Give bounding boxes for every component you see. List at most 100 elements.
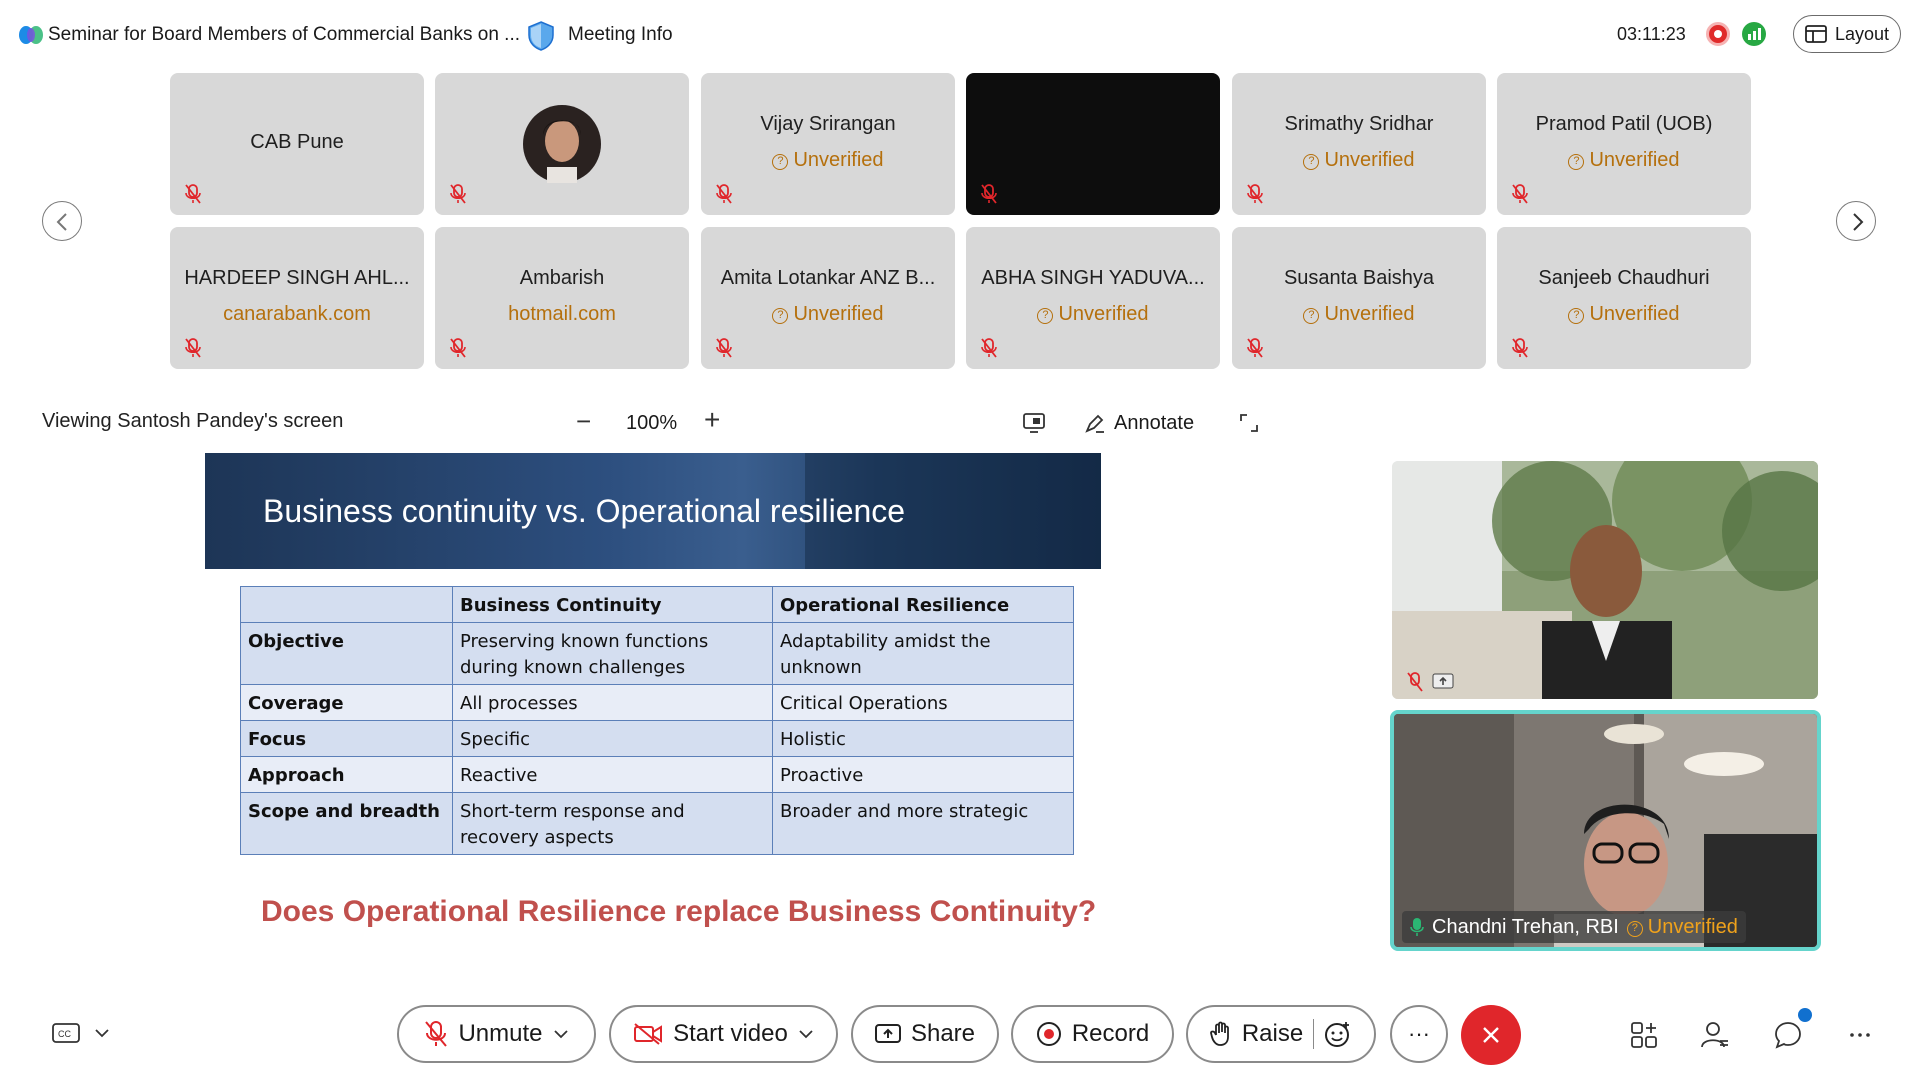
presenter-status	[1406, 671, 1454, 693]
participant-name: Susanta Baishya	[1283, 267, 1435, 289]
question-icon: ?	[1568, 308, 1585, 324]
video-off-icon	[634, 1023, 663, 1045]
record-label: Record	[1071, 1020, 1150, 1047]
raise-label: Raise	[1241, 1020, 1304, 1047]
participant-tile[interactable]: Amita Lotankar ANZ B...? Unverified	[701, 227, 955, 369]
muted-mic-icon	[1247, 184, 1263, 204]
row-label: Objective	[240, 622, 453, 685]
speaker-name-tag: Chandni Trehan, RBI ? Unverified	[1402, 911, 1746, 943]
expand-icon[interactable]	[1238, 412, 1260, 434]
share-button[interactable]: Share	[851, 1005, 999, 1063]
participant-tile[interactable]: Srimathy Sridhar ? Unverified	[1232, 73, 1486, 215]
reactions-icon[interactable]	[1324, 1020, 1352, 1048]
more-options-button[interactable]: ···	[1390, 1005, 1448, 1063]
muted-mic-icon	[450, 184, 466, 204]
layout-button[interactable]: Layout	[1793, 15, 1901, 53]
participant-tile[interactable]: HARDEEP SINGH AHL... canarabank.com	[170, 227, 424, 369]
participant-status: ? Unverified	[701, 303, 955, 326]
share-screen-icon	[874, 1024, 901, 1043]
table-row: Coverage All processes Critical Operatio…	[240, 684, 1074, 721]
muted-mic-icon	[185, 184, 201, 204]
speaker-name: Chandni Trehan, RBI	[1432, 915, 1619, 938]
chat-icon[interactable]	[1773, 1020, 1803, 1050]
participant-tile[interactable]: Sanjeeb Chaudhuri? Unverified	[1497, 227, 1751, 369]
table-row: Approach Reactive Proactive	[240, 756, 1074, 793]
participant-name: CAB Pune	[250, 131, 344, 153]
prev-page-button[interactable]	[42, 201, 82, 241]
start-video-button[interactable]: Start video	[609, 1005, 838, 1063]
shared-slide: Business continuity vs. Operational resi…	[205, 453, 1101, 953]
chevron-left-icon	[56, 213, 67, 231]
record-icon	[1036, 1022, 1061, 1046]
participant-name: Srimathy Sridhar	[1284, 113, 1434, 135]
table-header-row: Business Continuity Operational Resilien…	[240, 586, 1074, 623]
question-icon: ?	[1303, 308, 1320, 324]
participant-tile[interactable]	[966, 73, 1220, 215]
chevron-right-icon	[1853, 213, 1864, 231]
participants-icon[interactable]	[1700, 1020, 1730, 1050]
participant-name: Ambarish	[519, 267, 605, 289]
question-icon: ?	[772, 154, 789, 170]
captions-control[interactable]: CC	[52, 1022, 110, 1044]
apps-icon[interactable]	[1629, 1020, 1659, 1050]
table-cell: Specific	[452, 720, 773, 757]
mic-icon	[1410, 918, 1424, 936]
muted-mic-icon	[450, 338, 466, 358]
table-cell: Adaptability amidst the unknown	[772, 622, 1074, 685]
chat-notification-badge	[1798, 1008, 1812, 1022]
participant-status: ? Unverified	[966, 303, 1220, 326]
participant-status-label: Unverified	[793, 149, 884, 171]
video-tile-presenter[interactable]	[1392, 461, 1818, 699]
muted-mic-icon	[716, 338, 732, 358]
table-cell: Proactive	[772, 756, 1074, 793]
participant-name: Pramod Patil (UOB)	[1535, 113, 1713, 135]
table-header-cell: Operational Resilience	[772, 586, 1074, 623]
start-video-label: Start video	[673, 1020, 788, 1047]
shield-icon[interactable]	[526, 20, 556, 52]
chevron-down-icon[interactable]	[798, 1029, 814, 1039]
layout-label: Layout	[1834, 23, 1890, 44]
table-cell: Short-term response and recovery aspects	[452, 792, 773, 855]
network-health-icon[interactable]	[1742, 22, 1766, 46]
table-cell: Preserving known functions during known …	[452, 622, 773, 685]
table-cell: Critical Operations	[772, 684, 1074, 721]
next-page-button[interactable]	[1836, 201, 1876, 241]
participant-status: ? Unverified	[1232, 149, 1486, 172]
raise-hand-button[interactable]: Raise	[1186, 1005, 1376, 1063]
zoom-out-button[interactable]: −	[576, 406, 591, 437]
chevron-down-icon	[95, 1029, 109, 1038]
participant-tile[interactable]: Pramod Patil (UOB)? Unverified	[1497, 73, 1751, 215]
zoom-in-button[interactable]: +	[704, 404, 720, 436]
muted-mic-icon	[185, 338, 201, 358]
annotate-button[interactable]: Annotate	[1084, 412, 1194, 435]
unmute-button[interactable]: Unmute	[397, 1005, 596, 1063]
participant-status-label: Unverified	[1324, 149, 1415, 171]
speaker-status-label: Unverified	[1647, 915, 1738, 938]
participant-name: ABHA SINGH YADUVA...	[981, 267, 1205, 289]
participant-tile[interactable]: Susanta Baishya? Unverified	[1232, 227, 1486, 369]
meeting-title[interactable]: Seminar for Board Members of Commercial …	[48, 24, 520, 46]
screen-options-icon[interactable]	[1022, 412, 1046, 434]
leave-meeting-button[interactable]	[1461, 1005, 1521, 1065]
zoom-level: 100%	[626, 412, 678, 434]
participant-tile[interactable]	[435, 73, 689, 215]
participant-status: hotmail.com	[435, 303, 689, 326]
participant-tile[interactable]: Vijay Srirangan? Unverified	[701, 73, 955, 215]
raise-hand-icon	[1209, 1021, 1229, 1046]
question-icon: ?	[1626, 920, 1643, 937]
more-icon[interactable]	[1845, 1020, 1875, 1050]
muted-mic-icon	[981, 338, 997, 358]
chevron-down-icon[interactable]	[553, 1029, 569, 1039]
record-button[interactable]: Record	[1011, 1005, 1174, 1063]
participant-tile[interactable]: CAB Pune	[170, 73, 424, 215]
table-cell: Reactive	[452, 756, 773, 793]
recording-indicator-icon[interactable]	[1706, 22, 1730, 46]
pen-icon	[1085, 414, 1104, 433]
participant-tile[interactable]: ABHA SINGH YADUVA... ? Unverified	[966, 227, 1220, 369]
video-tile-active-speaker[interactable]: Chandni Trehan, RBI ? Unverified	[1390, 710, 1821, 951]
speaker-status: ? Unverified	[1626, 915, 1738, 939]
muted-mic-icon	[1407, 672, 1423, 692]
participant-tile[interactable]: Ambarish hotmail.com	[435, 227, 689, 369]
participant-status-label: Unverified	[1324, 303, 1415, 325]
meeting-info-link[interactable]: Meeting Info	[568, 24, 673, 46]
